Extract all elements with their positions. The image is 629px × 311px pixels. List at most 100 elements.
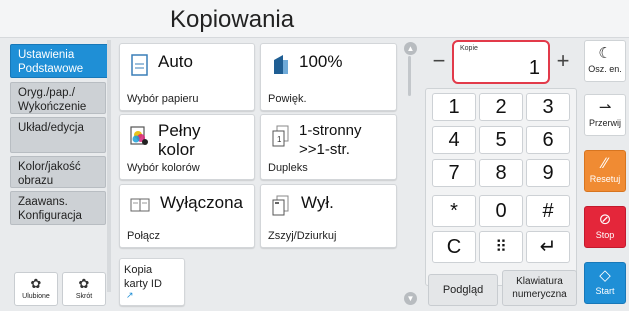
idcard-label: Kopia karty ID [124, 263, 162, 291]
key-hash[interactable]: # [526, 195, 570, 227]
key-3[interactable]: 3 [526, 93, 570, 121]
duplex-value-line: >>1-str. [299, 141, 350, 158]
color-value-line: Pełny [158, 121, 201, 140]
scroll-up-icon[interactable]: ▲ [404, 42, 417, 55]
tab-label: obrazu [18, 175, 54, 187]
interrupt-icon: ⇀ [598, 99, 612, 116]
tab-original-paper-finishing[interactable]: Oryg./pap./ Wykończenie [10, 82, 106, 114]
id-card-copy-tile[interactable]: Kopia karty ID ↗ [119, 258, 185, 306]
interrupt-label: Przerwij [588, 118, 621, 128]
combine-icon [130, 198, 150, 212]
start-icon: ◇ [599, 267, 611, 284]
interrupt-button[interactable]: ⇀ Przerwij [584, 94, 626, 136]
scroll-thumb[interactable] [408, 56, 411, 96]
svg-text:1: 1 [277, 135, 282, 144]
tab-layout-edit[interactable]: Układ/edycja [10, 117, 106, 153]
duplex-tile[interactable]: 1 1-stronny >>1-str. Dupleks [260, 114, 397, 180]
key-5[interactable]: 5 [479, 126, 523, 154]
duplex-label: Dupleks [268, 162, 308, 174]
shortcut-label: Skrót [75, 293, 93, 300]
page-title: Kopiowania [170, 6, 295, 33]
key-0[interactable]: 0 [479, 195, 523, 227]
gear-icon: ✿ [78, 276, 90, 291]
gear-icon: ✿ [30, 276, 42, 291]
tab-label: Podstawowe [18, 63, 84, 75]
paper-value: Auto [158, 52, 193, 71]
tab-label: Kolor/jakość [18, 161, 81, 173]
favorites-button[interactable]: ✿ Ulubione [14, 272, 58, 306]
copies-value: 1 [528, 57, 540, 79]
numeric-keyboard-button[interactable]: Klawiatura numeryczna [502, 270, 577, 306]
tab-color-image-quality[interactable]: Kolor/jakość obrazu [10, 156, 106, 188]
tab-label: Zaawans. [18, 196, 68, 208]
stop-label: Stop [595, 230, 615, 240]
stop-icon: ⊘ [598, 211, 612, 228]
title-bar: Kopiowania [0, 0, 629, 38]
combine-value: Wyłączona [160, 193, 243, 212]
staple-icon [272, 195, 289, 216]
zoom-value: 100% [299, 52, 343, 71]
tab-label: Wykończenie [18, 101, 87, 113]
key-asterisk[interactable]: * [432, 195, 476, 227]
tab-label: Konfiguracja [18, 210, 82, 222]
energy-saver-button[interactable]: ☾ Osz. en. [584, 40, 626, 82]
numeric-keyboard-label: numeryczna [512, 289, 567, 300]
key-6[interactable]: 6 [526, 126, 570, 154]
paper-label: Wybór papieru [127, 93, 199, 105]
combine-tile[interactable]: Wyłączona Połącz [119, 184, 255, 248]
reset-icon: ∕∕ [602, 155, 608, 172]
copies-label: Kopie [460, 45, 478, 52]
copies-field[interactable]: Kopie 1 [452, 40, 550, 84]
color-value: Pełny kolor [158, 121, 201, 159]
reset-button[interactable]: ∕∕ Resetuj [584, 150, 626, 192]
duplex-icon: 1 [272, 125, 289, 147]
tab-advanced-setup[interactable]: Zaawans. Konfiguracja [10, 191, 106, 225]
idcard-icon: ↗ [126, 290, 134, 300]
tab-list: Ustawienia Podstawowe Oryg./pap./ Wykońc… [10, 40, 110, 306]
start-button[interactable]: ◇ Start [584, 262, 626, 304]
key-9[interactable]: 9 [526, 159, 570, 187]
staple-punch-tile[interactable]: Wył. Zszyj/Dziurkuj [260, 184, 397, 248]
function-scrollbar[interactable]: ▲ ▼ [404, 42, 417, 306]
numeric-keypad: 1 2 3 4 5 6 7 8 9 * 0 # C ⠿ ↵ [425, 88, 577, 286]
clear-key[interactable]: C [432, 231, 476, 263]
paper-icon [131, 54, 148, 76]
color-selection-tile[interactable]: Pełny kolor Wybór kolorów [119, 114, 255, 180]
start-label: Start [595, 286, 615, 296]
copy-screen: Kopiowania Ustawienia Podstawowe Oryg./p… [0, 0, 629, 311]
key-2[interactable]: 2 [479, 93, 523, 121]
tab-label: Układ/edycja [18, 122, 84, 134]
tab-divider [107, 40, 111, 292]
tab-label: Ustawienia [18, 49, 75, 61]
preview-button[interactable]: Podgląd [428, 274, 498, 306]
reset-label: Resetuj [589, 174, 621, 184]
tab-basic-settings[interactable]: Ustawienia Podstawowe [10, 44, 110, 78]
tab-label: Oryg./pap./ [18, 87, 75, 99]
enter-icon[interactable]: ↵ [526, 231, 570, 263]
zoom-tile[interactable]: 100% Powięk. [260, 43, 397, 111]
key-8[interactable]: 8 [479, 159, 523, 187]
stop-button[interactable]: ⊘ Stop [584, 206, 626, 248]
key-1[interactable]: 1 [432, 93, 476, 121]
minus-button[interactable]: − [429, 44, 449, 80]
favorites-label: Ulubione [22, 293, 50, 300]
idcard-line: Kopia [124, 264, 153, 276]
plus-button[interactable]: + [553, 44, 573, 80]
key-7[interactable]: 7 [432, 159, 476, 187]
combine-label: Połącz [127, 230, 161, 242]
moon-icon: ☾ [598, 45, 612, 62]
scroll-down-icon[interactable]: ▼ [404, 292, 417, 305]
grid-icon[interactable]: ⠿ [479, 231, 523, 263]
key-4[interactable]: 4 [432, 126, 476, 154]
staple-label: Zszyj/Dziurkuj [268, 230, 337, 242]
color-label: Wybór kolorów [127, 162, 200, 174]
paper-selection-tile[interactable]: Auto Wybór papieru [119, 43, 255, 111]
energy-label: Osz. en. [588, 64, 622, 74]
staple-value: Wył. [301, 193, 334, 212]
shortcut-button[interactable]: ✿ Skrót [62, 272, 106, 306]
idcard-line: karty ID [124, 278, 162, 290]
zoom-icon [274, 55, 288, 74]
zoom-label: Powięk. [268, 93, 307, 105]
duplex-value: 1-stronny >>1-str. [299, 121, 362, 159]
color-value-line: kolor [158, 140, 195, 159]
